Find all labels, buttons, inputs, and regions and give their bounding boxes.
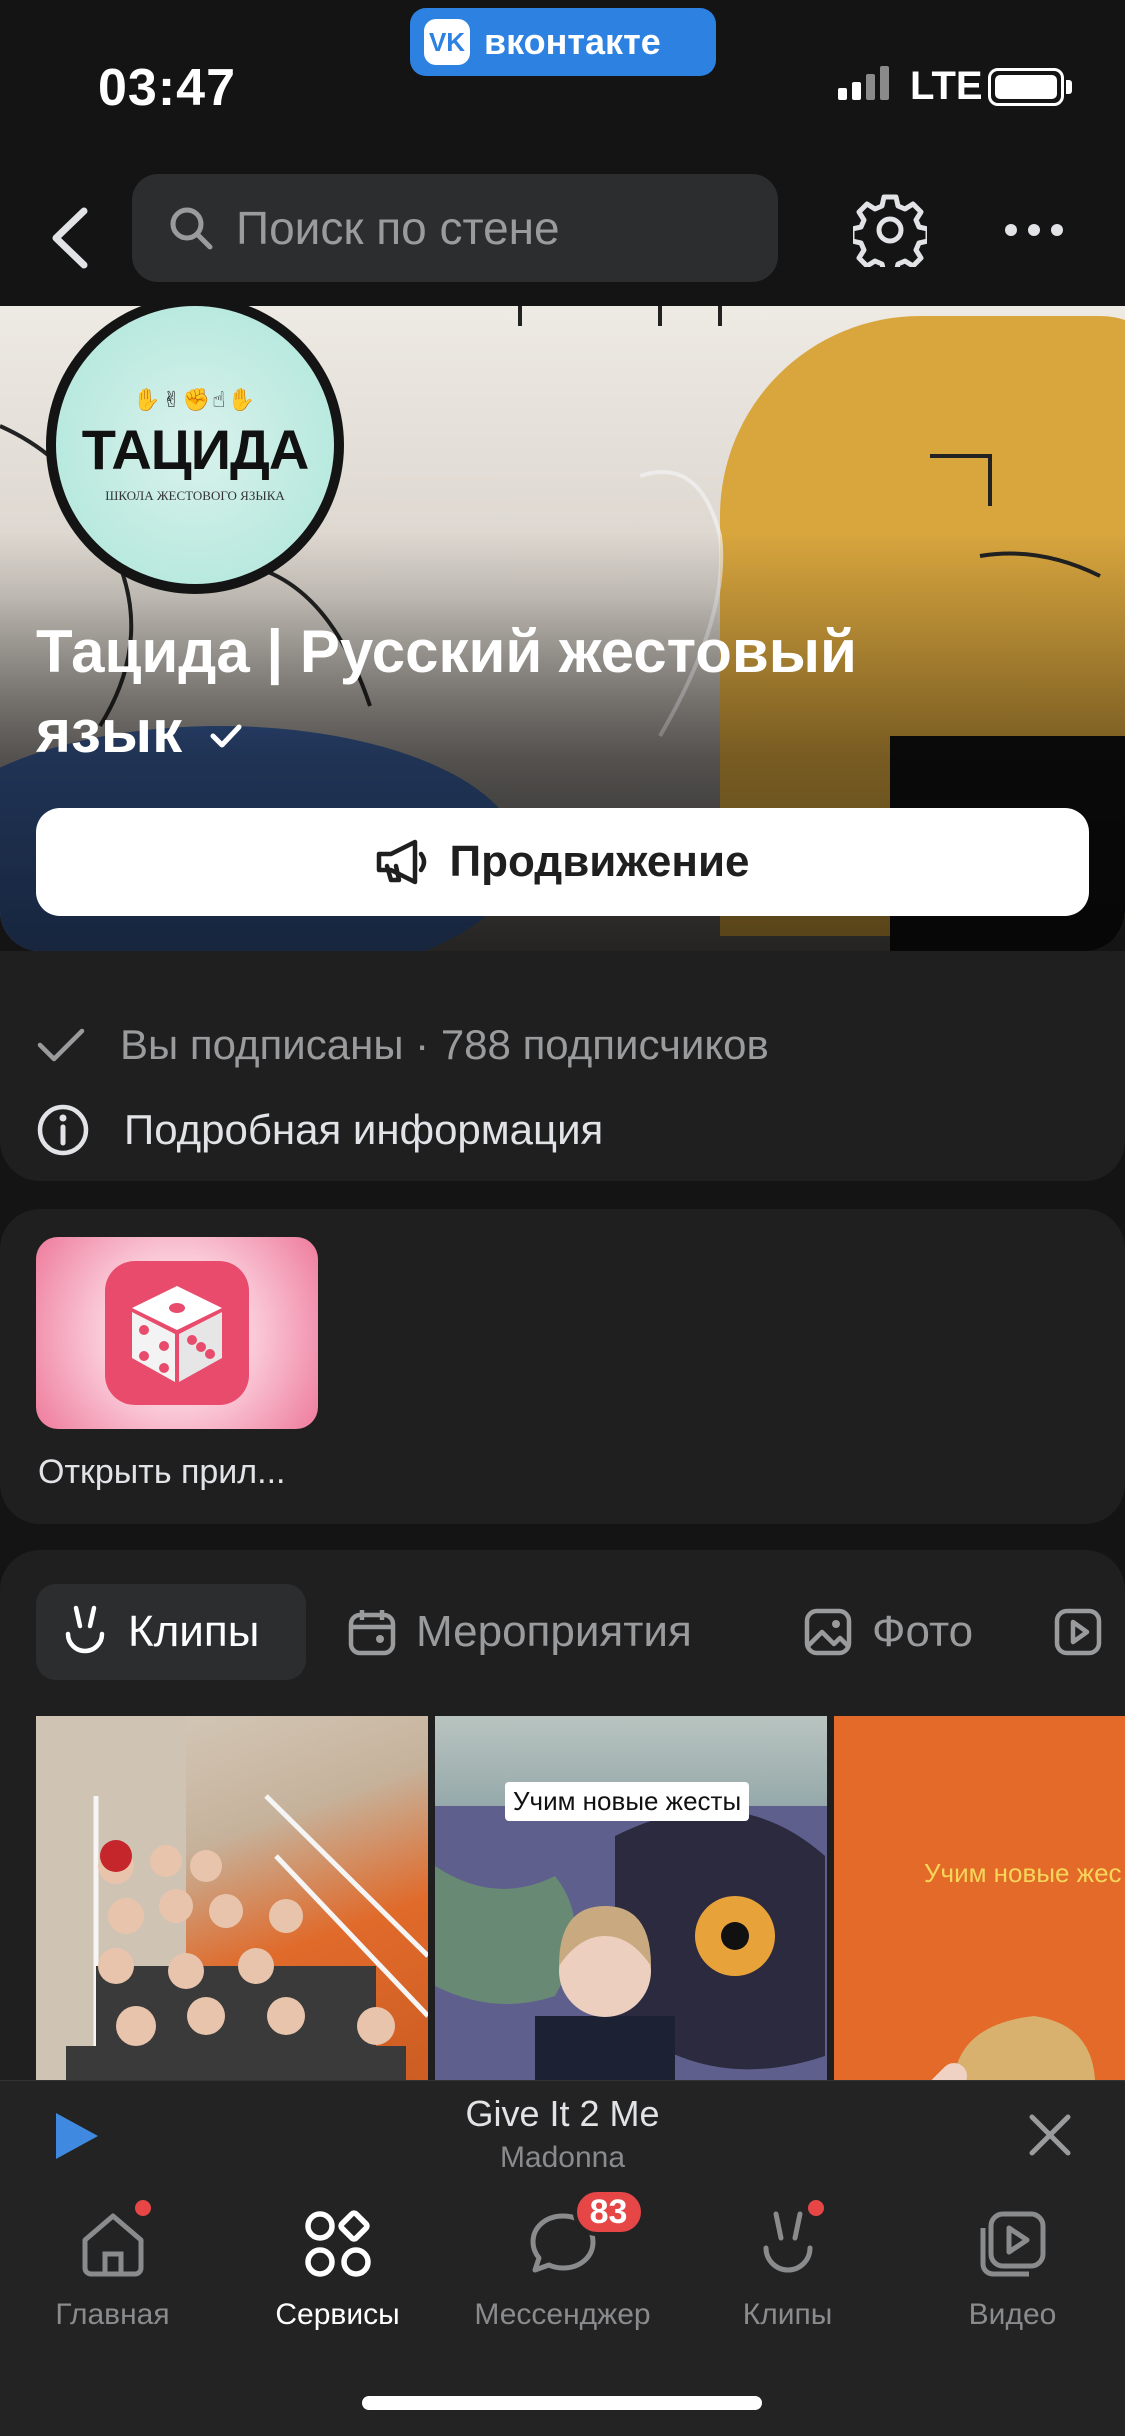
app-label[interactable]: Открыть прил... (38, 1453, 285, 1492)
search-input[interactable] (236, 201, 756, 255)
battery-icon (988, 68, 1064, 106)
clip-thumbnail[interactable]: Учим новые жес (834, 1716, 1125, 2110)
media-tabs: Клипы Мероприятия Фото (36, 1584, 1125, 1680)
vk-logo-icon: VK (424, 19, 470, 65)
search-icon (170, 207, 213, 250)
calendar-icon (348, 1610, 396, 1656)
tabbar-video[interactable]: Видео (900, 2204, 1125, 2332)
tabbar-services[interactable]: Сервисы (225, 2204, 450, 2332)
unread-count-badge: 83 (572, 2188, 645, 2236)
group-avatar[interactable]: ✋✌✊☝✋ ТАЦИДА ШКОЛА ЖЕСТОВОГО ЯЗЫКА (46, 296, 344, 594)
tabbar-services-label: Сервисы (275, 2298, 400, 2331)
clip-caption: Учим новые жес (924, 1858, 1122, 1888)
tab-clips-label: Клипы (128, 1607, 260, 1656)
status-time: 03:47 (98, 59, 236, 117)
top-navigation (0, 170, 1125, 306)
video-icon (973, 2204, 1053, 2284)
apps-card: Открыть прил... (0, 1209, 1125, 1524)
check-icon (37, 1028, 85, 1062)
tabbar-clips[interactable]: Клипы (675, 2200, 900, 2332)
tab-video[interactable] (1042, 1584, 1114, 1680)
details-text: Подробная информация (124, 1106, 604, 1153)
signal-icon (838, 66, 889, 100)
vk-app-badge[interactable]: VK вконтакте (410, 8, 716, 76)
tabbar-clips-label: Клипы (742, 2298, 833, 2331)
info-icon (37, 1104, 89, 1156)
settings-button[interactable] (848, 188, 932, 272)
megaphone-icon (377, 839, 427, 885)
gear-icon (853, 194, 927, 267)
clips-icon (748, 2200, 828, 2284)
track-title: Give It 2 Me (465, 2093, 660, 2134)
media-card: Клипы Мероприятия Фото Учим новые жесты … (0, 1550, 1125, 2110)
clip-thumbnail[interactable]: Учим новые жесты (435, 1716, 827, 2110)
clip-thumbnail[interactable] (36, 1716, 428, 2110)
clip-people-illustration (36, 1716, 428, 2110)
audio-player[interactable]: Give It 2 Me Madonna (0, 2080, 1125, 2188)
group-info-card: Вы подписаны · 788 подписчиков Подробная… (0, 951, 1125, 1181)
avatar-logo: ✋✌✊☝✋ ТАЦИДА ШКОЛА ЖЕСТОВОГО ЯЗЫКА (56, 306, 334, 584)
tab-clips[interactable]: Клипы (36, 1584, 306, 1680)
dice-icon (132, 1286, 222, 1382)
photo-icon (804, 1608, 852, 1656)
battery-tip (1066, 80, 1072, 94)
details-link[interactable]: Подробная информация (36, 1103, 603, 1157)
services-icon (298, 2204, 378, 2284)
tabbar-messenger-label: Мессенджер (474, 2298, 651, 2331)
back-arrow-icon (52, 207, 88, 269)
more-button[interactable] (992, 188, 1076, 272)
tabbar-home[interactable]: Главная (0, 2200, 225, 2332)
group-name-text: Тацида | Русский жестовый язык (36, 618, 857, 765)
tab-photo-label: Фото (872, 1607, 974, 1656)
clip-person-illustration (901, 2016, 1104, 2110)
avatar-title: ТАЦИДА (81, 417, 310, 481)
video-icon (1054, 1608, 1102, 1656)
group-name: Тацида | Русский жестовый язык (36, 612, 936, 772)
clip-caption: Учим новые жесты (505, 1782, 750, 1821)
home-icon (73, 2200, 153, 2284)
clips-icon (65, 1605, 105, 1654)
verified-icon (210, 724, 242, 748)
hands-icon: ✋✌✊☝✋ (132, 386, 257, 412)
tab-photo[interactable]: Фото (778, 1584, 1026, 1680)
more-dots-icon (1005, 224, 1063, 236)
close-icon[interactable] (1026, 2111, 1074, 2159)
clip-graffiti-illustration (435, 1806, 827, 2110)
avatar-subtitle: ШКОЛА ЖЕСТОВОГО ЯЗЫКА (105, 487, 285, 503)
home-indicator (362, 2396, 762, 2410)
messenger-icon: 83 (523, 2188, 645, 2284)
notification-dot (807, 2200, 824, 2216)
tab-events-label: Мероприятия (416, 1607, 692, 1656)
promotion-label: Продвижение (449, 837, 750, 886)
status-bar: 03:47 VK вконтакте LTE (0, 0, 1125, 170)
notification-dot (134, 2200, 151, 2216)
network-type: LTE (910, 64, 983, 108)
subscription-status[interactable]: Вы подписаны · 788 подписчиков (36, 1021, 769, 1069)
vk-badge-label: вконтакте (484, 21, 661, 62)
wall-search[interactable] (132, 174, 778, 282)
track-artist: Madonna (499, 2141, 626, 2174)
back-button[interactable] (30, 198, 110, 278)
app-tile[interactable] (36, 1237, 318, 1429)
tabbar-home-label: Главная (55, 2298, 170, 2331)
tab-events[interactable]: Мероприятия (322, 1584, 762, 1680)
tabbar-video-label: Видео (968, 2298, 1057, 2331)
app-icon (105, 1261, 249, 1405)
subscription-text: Вы подписаны · 788 подписчиков (120, 1021, 769, 1068)
promotion-button[interactable]: Продвижение (36, 808, 1089, 916)
bottom-tab-bar: Главная Сервисы 83 Мессенджер Клипы Виде… (0, 2188, 1125, 2436)
tabbar-messenger[interactable]: 83 Мессенджер (450, 2188, 675, 2332)
